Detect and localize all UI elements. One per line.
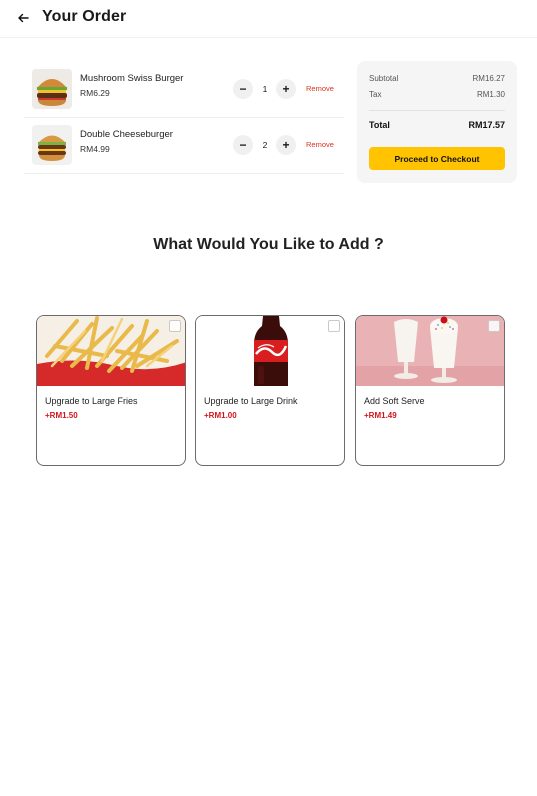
addon-price: +RM1.00 — [204, 411, 237, 420]
remove-item-button[interactable]: Remove — [306, 84, 334, 93]
item-name: Mushroom Swiss Burger — [80, 73, 184, 84]
total-label: Total — [369, 120, 390, 130]
subtotal-row: Subtotal RM16.27 — [369, 74, 505, 83]
cart-list: Mushroom Swiss Burger RM6.29 − 1 + Remov… — [24, 62, 344, 174]
addon-card-drink[interactable]: Upgrade to Large Drink +RM1.00 — [195, 315, 345, 466]
upsell-title: What Would You Like to Add ? — [153, 236, 384, 253]
header: Your Order — [0, 0, 537, 38]
mushroom-burger-image — [32, 69, 72, 109]
drink-checkbox[interactable] — [328, 320, 340, 332]
increase-quantity-button[interactable]: + — [276, 79, 296, 99]
subtotal-value: RM16.27 — [472, 74, 505, 83]
addon-name: Add Soft Serve — [364, 396, 425, 406]
cart-item: Mushroom Swiss Burger RM6.29 − 1 + Remov… — [24, 62, 344, 118]
page-title: Your Order — [42, 8, 127, 25]
summary-divider — [369, 110, 505, 111]
back-button[interactable] — [14, 9, 32, 27]
order-summary: Subtotal RM16.27 Tax RM1.30 Total RM17.5… — [357, 61, 517, 183]
soft-serve-checkbox[interactable] — [488, 320, 500, 332]
cola-bottle-image — [196, 316, 344, 386]
addon-card-soft-serve[interactable]: Add Soft Serve +RM1.49 — [355, 315, 505, 466]
tax-label: Tax — [369, 90, 382, 99]
quantity-value: 2 — [262, 140, 268, 150]
addon-name: Upgrade to Large Fries — [45, 396, 138, 406]
decrease-quantity-button[interactable]: − — [233, 79, 253, 99]
milkshake-image — [356, 316, 504, 386]
item-name: Double Cheeseburger — [80, 129, 173, 140]
fries-checkbox[interactable] — [169, 320, 181, 332]
item-price: RM6.29 — [80, 88, 110, 98]
addon-price: +RM1.49 — [364, 411, 397, 420]
tax-row: Tax RM1.30 — [369, 90, 505, 99]
tax-value: RM1.30 — [476, 90, 505, 99]
cart-item: Double Cheeseburger RM4.99 − 2 + Remove — [24, 118, 344, 174]
arrow-left-icon — [18, 13, 29, 23]
item-price: RM4.99 — [80, 144, 110, 154]
addon-card-fries[interactable]: Upgrade to Large Fries +RM1.50 — [36, 315, 186, 466]
remove-item-button[interactable]: Remove — [306, 140, 334, 149]
addon-price: +RM1.50 — [45, 411, 78, 420]
double-cheeseburger-image — [32, 125, 72, 165]
fries-image — [37, 316, 185, 386]
quantity-value: 1 — [262, 84, 268, 94]
total-value: RM17.57 — [468, 120, 505, 130]
addon-name: Upgrade to Large Drink — [204, 396, 298, 406]
increase-quantity-button[interactable]: + — [276, 135, 296, 155]
total-row: Total RM17.57 — [369, 120, 505, 130]
checkout-button[interactable]: Proceed to Checkout — [369, 147, 505, 170]
decrease-quantity-button[interactable]: − — [233, 135, 253, 155]
subtotal-label: Subtotal — [369, 74, 399, 83]
